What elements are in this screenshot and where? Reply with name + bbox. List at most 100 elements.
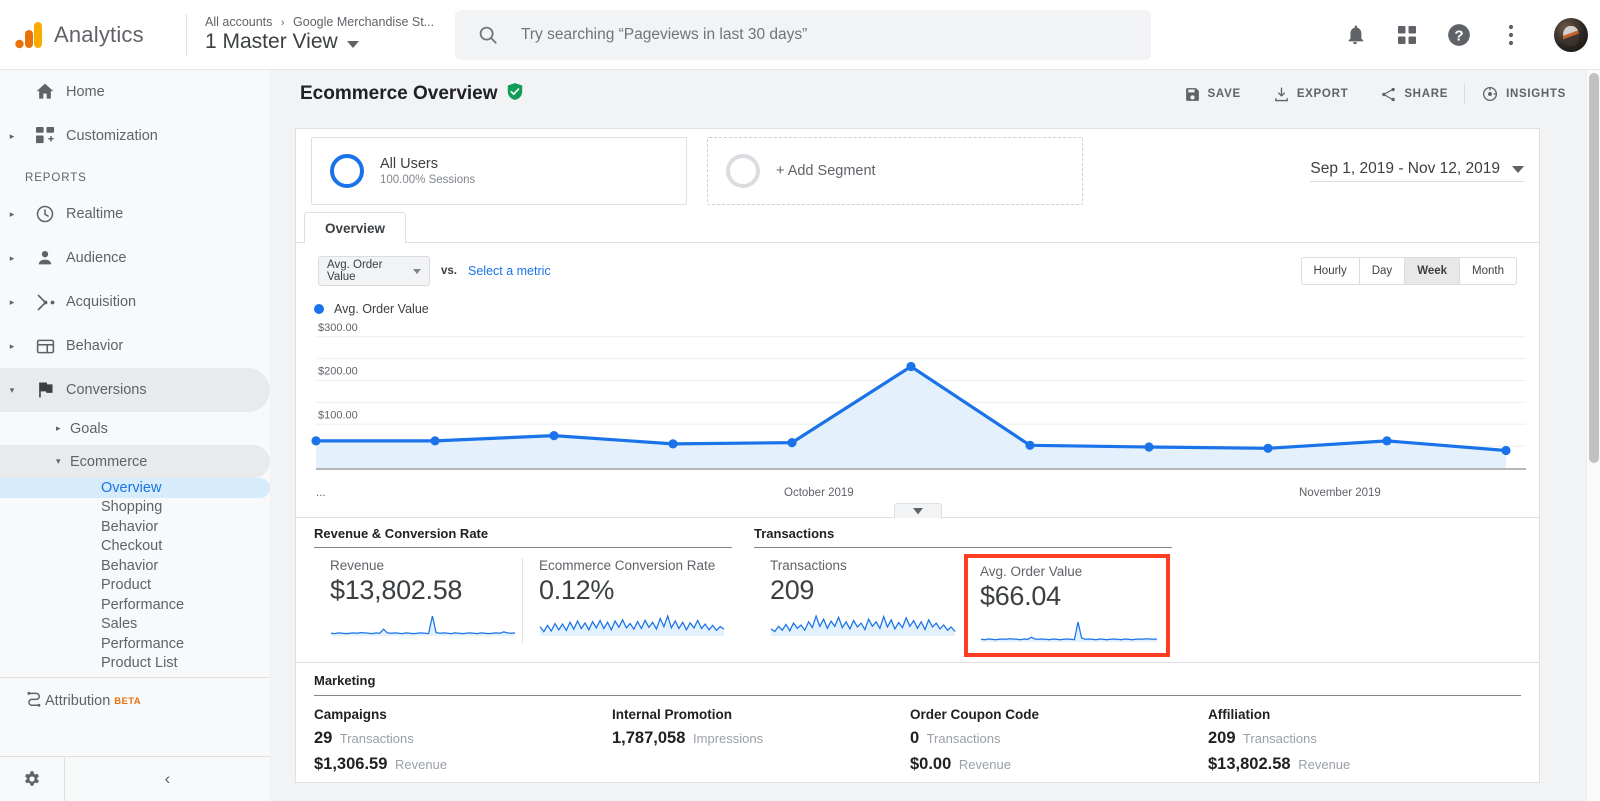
metric-cell-avg-order-value[interactable]: Avg. Order Value $66.04 xyxy=(964,554,1170,657)
breadcrumb-separator: › xyxy=(280,17,285,29)
sidebar-leaf-shopping[interactable]: Shopping xyxy=(0,498,270,518)
more-vertical-icon[interactable] xyxy=(1496,20,1526,50)
svg-text:$300.00: $300.00 xyxy=(318,322,358,334)
vertical-scrollbar[interactable] xyxy=(1586,70,1600,801)
sidebar-leaf-product-list[interactable]: Product List xyxy=(0,654,270,674)
sidebar-leaf-label: Product xyxy=(101,577,151,594)
date-range-picker[interactable]: Sep 1, 2019 - Nov 12, 2019 xyxy=(1310,160,1524,182)
metric-select-value: Avg. Order Value xyxy=(327,259,383,283)
legend-label: Avg. Order Value xyxy=(334,302,429,316)
segment-ring-icon xyxy=(330,153,364,188)
marketing-column-campaigns[interactable]: Campaigns 29 Transactions $1,306.59 Reve… xyxy=(296,707,594,774)
search-input[interactable]: Try searching “Pageviews in last 30 days… xyxy=(521,26,807,44)
view-selector[interactable]: 1 Master View xyxy=(205,30,434,54)
insights-button[interactable]: INSIGHTS xyxy=(1465,85,1582,103)
marketing-value: 1,787,058 xyxy=(612,729,686,747)
marketing-column-name: Internal Promotion xyxy=(612,707,733,722)
help-question-icon[interactable]: ? xyxy=(1444,20,1474,50)
sidebar-leaf-sales[interactable]: Sales xyxy=(0,615,270,635)
sidebar-leaf-overview[interactable]: Overview xyxy=(0,478,270,498)
sidebar-subitem-label: Goals xyxy=(70,420,108,437)
notifications-bell-icon[interactable] xyxy=(1340,20,1370,50)
account-selector[interactable]: All accounts › Google Merchandise St... … xyxy=(187,15,434,54)
sidebar-item-audience[interactable]: ▸ Audience xyxy=(0,236,270,280)
export-button[interactable]: EXPORT xyxy=(1257,86,1365,103)
sidebar-leaf-checkout-behavior[interactable]: Behavior xyxy=(0,556,270,576)
metric-cell-revenue[interactable]: Revenue $13,802.58 xyxy=(314,558,522,643)
metric-cell-transactions[interactable]: Transactions 209 xyxy=(754,558,962,653)
acquisition-nodes-icon xyxy=(24,292,66,313)
marketing-value: 0 xyxy=(910,729,920,747)
granularity-toggle: Hourly Day Week Month xyxy=(1300,257,1517,285)
granularity-day[interactable]: Day xyxy=(1360,258,1406,284)
sidebar-item-behavior[interactable]: ▸ Behavior xyxy=(0,324,270,368)
sidebar-item-attribution[interactable]: Attribution BETA xyxy=(0,678,270,724)
metric-select[interactable]: Avg. Order Value xyxy=(318,256,430,286)
brand-logo-area[interactable]: Analytics xyxy=(0,20,186,50)
apps-grid-icon[interactable] xyxy=(1392,20,1422,50)
breadcrumb: All accounts › Google Merchandise St... xyxy=(205,15,434,29)
sidebar-subitem-goals[interactable]: ▸ Goals xyxy=(0,412,270,445)
sidebar-item-label: Acquisition xyxy=(66,294,137,310)
add-segment-button[interactable]: + Add Segment xyxy=(707,136,1083,205)
marketing-column-affiliation[interactable]: Affiliation 209 Transactions $13,802.58 … xyxy=(1190,707,1488,774)
save-label: SAVE xyxy=(1207,88,1241,100)
save-button[interactable]: SAVE xyxy=(1168,86,1257,103)
panel-transactions: Transactions Transactions 209 Avg. Order… xyxy=(754,526,1172,657)
collapse-sidebar-button[interactable]: ‹ xyxy=(65,769,270,789)
x-axis-label: October 2019 xyxy=(784,487,854,499)
share-icon xyxy=(1382,87,1396,101)
sparkline-transactions xyxy=(770,612,962,643)
svg-text:$100.00: $100.00 xyxy=(318,409,358,421)
sidebar-leaf-checkout[interactable]: Checkout xyxy=(0,537,270,557)
chart-controls: Avg. Order Value vs. Select a metric Hou… xyxy=(296,243,1539,286)
sidebar-leaf-label: Behavior xyxy=(101,518,159,535)
sidebar-item-home[interactable]: Home xyxy=(0,70,270,114)
view-name: 1 Master View xyxy=(205,30,338,53)
sparkline-conversion-rate xyxy=(539,612,730,643)
sidebar-item-realtime[interactable]: ▸ Realtime xyxy=(0,192,270,236)
avg-order-value-area-chart[interactable]: $100.00 $200.00 $300.00 xyxy=(296,322,1539,492)
sidebar-leaf-product-performance[interactable]: Performance xyxy=(0,595,270,615)
granularity-hourly[interactable]: Hourly xyxy=(1302,258,1360,284)
sidebar-item-label: Behavior xyxy=(66,338,124,354)
share-button[interactable]: SHARE xyxy=(1364,86,1464,103)
tab-overview[interactable]: Overview xyxy=(304,212,407,243)
breadcrumb-all-accounts[interactable]: All accounts xyxy=(205,15,272,29)
search-box[interactable]: Try searching “Pageviews in last 30 days… xyxy=(455,10,1151,60)
chart-plot-area[interactable]: $100.00 $200.00 $300.00 xyxy=(296,322,1539,487)
sidebar-item-customization[interactable]: ▸ Customization xyxy=(0,114,270,158)
select-metric-link[interactable]: Select a metric xyxy=(468,264,551,278)
granularity-month[interactable]: Month xyxy=(1460,258,1516,284)
sparkline-revenue xyxy=(330,612,522,643)
sidebar-subitem-ecommerce[interactable]: ▾ Ecommerce xyxy=(0,445,270,478)
sidebar-item-label: Customization xyxy=(66,128,158,144)
marketing-column-internal-promotion[interactable]: Internal Promotion 1,787,058 Impressions xyxy=(594,707,892,774)
sidebar-leaf-shopping-behavior[interactable]: Behavior xyxy=(0,517,270,537)
collapse-chart-button[interactable] xyxy=(893,503,942,518)
gear-icon[interactable] xyxy=(0,756,65,801)
marketing-row: 1,787,058 Impressions xyxy=(612,729,892,748)
granularity-week[interactable]: Week xyxy=(1405,258,1461,284)
marketing-column-order-coupon-code[interactable]: Order Coupon Code 0 Transactions $0.00 R… xyxy=(892,707,1190,774)
x-axis-label: ... xyxy=(316,487,326,499)
sidebar-leaf-product[interactable]: Product xyxy=(0,576,270,596)
sidebar-item-conversions[interactable]: ▾ Conversions xyxy=(0,368,270,412)
chevron-right-icon: ▸ xyxy=(9,252,15,263)
marketing-metric-label: Revenue xyxy=(1298,757,1351,772)
google-analytics-logo-icon xyxy=(15,21,42,48)
scrollbar-thumb[interactable] xyxy=(1589,73,1599,463)
sidebar-leaf-sales-performance[interactable]: Performance xyxy=(0,634,270,654)
user-avatar[interactable] xyxy=(1554,18,1588,52)
sidebar-leaf-label: Performance xyxy=(101,596,185,613)
sidebar-leaf-label: Checkout xyxy=(101,538,163,555)
panel-revenue-conversion: Revenue & Conversion Rate Revenue $13,80… xyxy=(314,526,732,643)
chevron-down-icon xyxy=(912,507,923,514)
sidebar-item-label: Home xyxy=(66,84,105,100)
breadcrumb-account[interactable]: Google Merchandise St... xyxy=(293,15,434,29)
sidebar-leaf-label: Shopping xyxy=(101,499,163,516)
segment-all-users[interactable]: All Users 100.00% Sessions xyxy=(311,136,687,205)
metric-cell-ecommerce-conversion-rate[interactable]: Ecommerce Conversion Rate 0.12% xyxy=(522,558,730,643)
sidebar-item-label: Attribution xyxy=(45,693,111,709)
sidebar-item-acquisition[interactable]: ▸ Acquisition xyxy=(0,280,270,324)
